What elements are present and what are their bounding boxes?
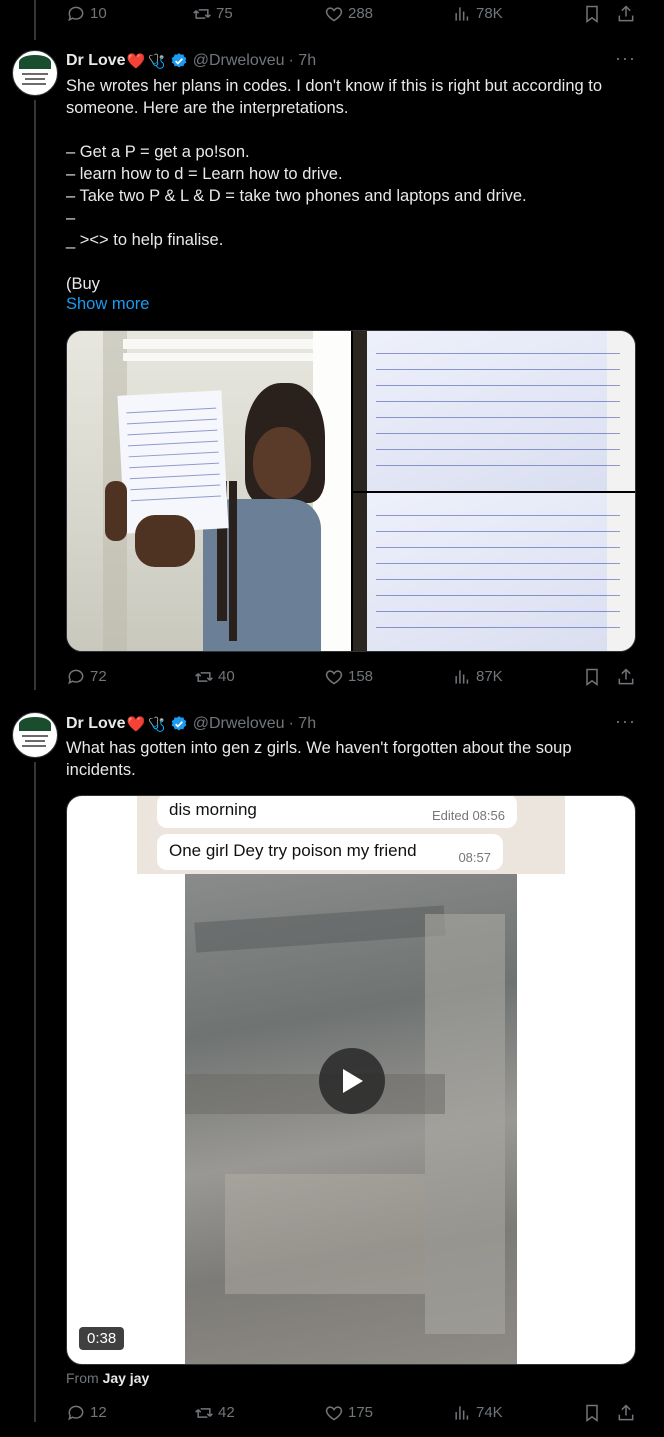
tweet-header: Dr Love ❤️ 🩺 @Drweloveu · 7h	[66, 50, 316, 72]
play-button[interactable]	[319, 1048, 385, 1114]
like-icon	[324, 667, 344, 687]
action-bar-tweet-2: 12 42 175 74K	[66, 1399, 636, 1427]
reply-count: 12	[90, 1404, 107, 1421]
share-icon[interactable]	[616, 1403, 636, 1423]
timestamp[interactable]: · 7h	[289, 52, 317, 70]
repost-icon	[192, 4, 212, 24]
reply-count: 10	[90, 5, 107, 22]
from-label: From	[66, 1370, 99, 1386]
display-name[interactable]: Dr Love	[66, 715, 126, 733]
avatar[interactable]	[12, 712, 58, 758]
reply-button[interactable]: 12	[66, 1399, 107, 1427]
repost-icon	[194, 667, 214, 687]
views-button[interactable]: 87K	[452, 663, 503, 691]
reply-count: 72	[90, 668, 107, 685]
verified-icon	[170, 52, 188, 70]
stethoscope-emoji: 🩺	[148, 715, 166, 732]
like-icon	[324, 4, 344, 24]
photo-note-closeup-2[interactable]	[353, 493, 635, 651]
video-duration: 0:38	[79, 1327, 125, 1350]
views-button[interactable]: 78K	[452, 0, 503, 28]
video-frame	[185, 874, 517, 1364]
photo-girl-holding-note[interactable]	[67, 331, 351, 651]
heart-emoji: ❤️	[126, 716, 146, 733]
action-bar-top: 10 75 288 78K	[66, 0, 636, 28]
chat-bubble-1-text: dis morning	[169, 800, 257, 819]
from-name[interactable]: Jay jay	[103, 1370, 150, 1386]
timestamp[interactable]: · 7h	[289, 715, 317, 733]
video-source: From Jay jay	[66, 1370, 149, 1386]
bookmark-icon[interactable]	[582, 4, 602, 24]
like-count: 158	[348, 668, 374, 685]
chat-bubble-2-time: 08:57	[458, 850, 491, 865]
thread-line-1	[34, 100, 36, 690]
repost-button[interactable]: 75	[192, 0, 233, 28]
user-handle[interactable]: @Drweloveu	[193, 52, 285, 70]
more-icon[interactable]: ···	[615, 711, 636, 732]
repost-icon	[194, 1403, 214, 1423]
views-count: 78K	[476, 5, 503, 22]
views-count: 87K	[476, 668, 503, 685]
bookmark-icon[interactable]	[582, 667, 602, 687]
views-icon	[452, 1403, 472, 1423]
repost-button[interactable]: 40	[194, 663, 235, 691]
like-icon	[324, 1403, 344, 1423]
chat-bubble-2: One girl Dey try poison my friend 08:57	[157, 834, 503, 870]
tweet-text: She wrotes her plans in codes. I don't k…	[66, 77, 603, 293]
avatar[interactable]	[12, 50, 58, 96]
bookmark-icon[interactable]	[582, 1403, 602, 1423]
chat-bubble-1: dis morning Edited 08:56	[157, 796, 517, 828]
video-player[interactable]: dis morning Edited 08:56 One girl Dey tr…	[66, 795, 636, 1365]
like-count: 175	[348, 1404, 374, 1421]
play-icon	[343, 1069, 363, 1093]
more-icon[interactable]: ···	[615, 48, 636, 69]
views-count: 74K	[476, 1404, 503, 1421]
views-icon	[452, 667, 472, 687]
like-count: 288	[348, 5, 374, 22]
heart-emoji: ❤️	[126, 53, 146, 70]
user-handle[interactable]: @Drweloveu	[193, 715, 285, 733]
repost-count: 40	[218, 668, 235, 685]
thread-line-2	[34, 762, 36, 1422]
like-button[interactable]: 288	[324, 0, 373, 28]
chat-bubble-2-text: One girl Dey try poison my friend	[169, 841, 417, 860]
repost-count: 75	[216, 5, 233, 22]
photo-note-closeup-1[interactable]	[353, 331, 635, 491]
reply-button[interactable]: 72	[66, 663, 107, 691]
views-button[interactable]: 74K	[452, 1399, 503, 1427]
like-button[interactable]: 158	[324, 663, 373, 691]
reply-icon	[66, 1403, 86, 1423]
tweet-text: What has gotten into gen z girls. We hav…	[66, 739, 572, 779]
repost-button[interactable]: 42	[194, 1399, 235, 1427]
tweet-header: Dr Love ❤️ 🩺 @Drweloveu · 7h	[66, 713, 316, 735]
share-icon[interactable]	[616, 4, 636, 24]
thread-line-top	[34, 0, 36, 40]
views-icon	[452, 4, 472, 24]
verified-icon	[170, 715, 188, 733]
show-more-link[interactable]: Show more	[66, 295, 149, 314]
reply-button[interactable]: 10	[66, 0, 107, 28]
stethoscope-emoji: 🩺	[148, 52, 166, 69]
share-icon[interactable]	[616, 667, 636, 687]
like-button[interactable]: 175	[324, 1399, 373, 1427]
repost-count: 42	[218, 1404, 235, 1421]
action-bar-tweet-1: 72 40 158 87K	[66, 663, 636, 691]
reply-icon	[66, 4, 86, 24]
chat-bubble-1-time: Edited 08:56	[431, 808, 505, 823]
media-grid	[66, 330, 636, 652]
display-name[interactable]: Dr Love	[66, 52, 126, 70]
reply-icon	[66, 667, 86, 687]
